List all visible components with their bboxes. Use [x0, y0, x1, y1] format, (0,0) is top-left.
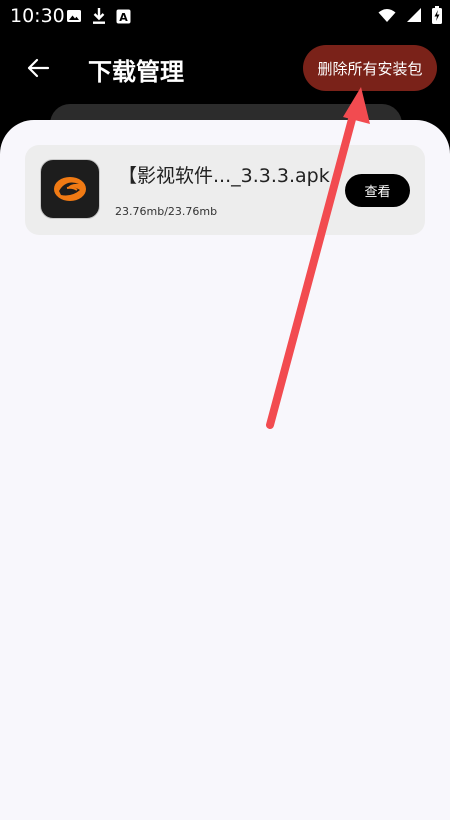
page-title: 下载管理 — [88, 58, 184, 86]
text-a-icon: A — [116, 9, 131, 24]
file-size: 23.76mb/23.76mb — [115, 205, 218, 218]
signal-icon — [407, 8, 421, 22]
battery-charging-icon — [432, 6, 442, 24]
back-button[interactable] — [20, 52, 56, 84]
delete-all-packages-button[interactable]: 删除所有安装包 — [303, 45, 437, 91]
view-button[interactable]: 查看 — [345, 174, 410, 207]
image-icon — [67, 10, 81, 22]
app-logo-icon — [40, 159, 100, 219]
back-arrow-icon — [27, 58, 50, 78]
status-time: 10:30 — [10, 5, 65, 27]
wifi-icon — [378, 8, 396, 22]
header-bar: 下载管理 删除所有安装包 — [0, 32, 450, 107]
svg-text:A: A — [119, 11, 128, 24]
status-system-icons — [378, 6, 442, 24]
status-bar: 10:30 A — [0, 0, 450, 32]
status-notification-icons: A — [66, 7, 131, 25]
download-icon — [93, 8, 105, 24]
download-item: 【影视软件..._3.3.3.apk 23.76mb/23.76mb 查看 — [25, 145, 425, 235]
content-sheet: 【影视软件..._3.3.3.apk 23.76mb/23.76mb 查看 — [0, 120, 450, 820]
file-name: 【影视软件..._3.3.3.apk — [118, 165, 330, 187]
